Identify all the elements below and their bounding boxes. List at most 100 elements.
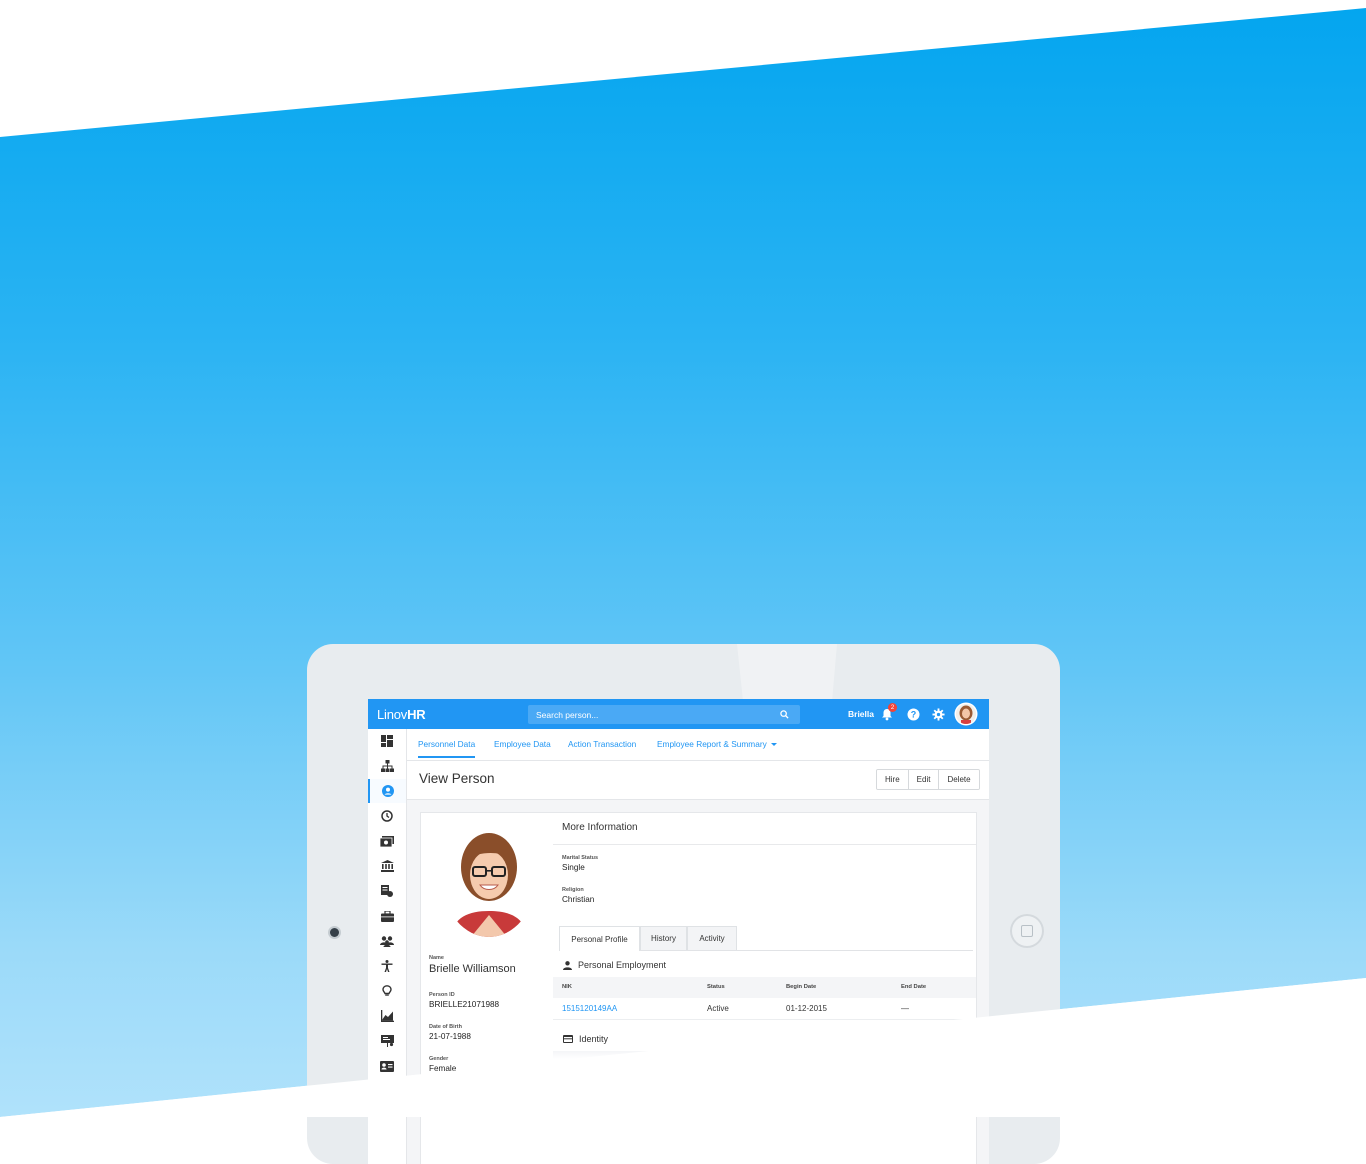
search-placeholder: Search person... (536, 709, 599, 720)
notifications-button[interactable]: 2 (879, 703, 897, 722)
tab-employee-data[interactable]: Employee Data (494, 739, 551, 749)
report-icon (381, 885, 393, 897)
employment-table: NIK Status Begin Date End Date 151512014… (553, 977, 976, 1020)
user-name[interactable]: Briella (848, 709, 874, 719)
religion-label: Religion (562, 887, 584, 893)
sidebar-item-reports[interactable] (368, 879, 406, 903)
card-icon (563, 1035, 573, 1043)
group-icon (380, 935, 394, 947)
chevron-down-icon (770, 743, 777, 747)
sidebar-item-time[interactable] (368, 804, 406, 828)
lightbulb-icon (382, 985, 392, 996)
svg-text:?: ? (910, 709, 916, 719)
hire-button[interactable]: Hire (877, 770, 909, 789)
sidebar-item-teams[interactable] (368, 929, 406, 953)
bank-icon (380, 860, 394, 872)
logo-text-light: Linov (377, 706, 408, 722)
dob-field: Date of Birth 21-07-1988 (429, 1024, 471, 1041)
analytics-icon (380, 1010, 394, 1022)
org-chart-icon (380, 760, 394, 772)
status-cell: Active (707, 1004, 729, 1013)
sidebar-item-jobs[interactable] (368, 904, 406, 928)
sidebar-item-identity[interactable] (368, 1054, 406, 1078)
profile-tabs: Personal Profile History Activity (559, 926, 973, 951)
column-nik: NIK (562, 984, 572, 990)
accessibility-icon (381, 960, 393, 972)
name-field: Name Brielle Williamson (429, 955, 516, 975)
edit-button[interactable]: Edit (908, 770, 940, 789)
sidebar-item-bank[interactable] (368, 854, 406, 878)
payroll-icon (380, 835, 394, 847)
table-header: NIK Status Begin Date End Date (553, 977, 976, 998)
person-icon (563, 960, 572, 970)
sidebar-item-ideas[interactable] (368, 979, 406, 1003)
notification-badge: 2 (888, 703, 897, 712)
identity-title: Identity (579, 1034, 609, 1044)
sidebar-item-personnel[interactable] (368, 779, 406, 803)
avatar[interactable] (956, 704, 976, 724)
divider (553, 844, 976, 845)
logo-text-bold: HR (407, 706, 426, 722)
personal-employment-heading: Personal Employment (563, 960, 666, 970)
sub-navigation: Personnel Data Employee Data Action Tran… (407, 729, 989, 761)
camera-icon (330, 928, 339, 937)
person-id-value: BRIELLE21071988 (429, 1000, 500, 1009)
home-button[interactable] (1010, 914, 1044, 948)
sidebar-item-analytics[interactable] (368, 1004, 406, 1028)
column-begin-date: Begin Date (786, 984, 817, 990)
id-card-icon (380, 1060, 394, 1072)
help-button[interactable]: ? (905, 706, 921, 722)
page-header: View Person Hire Edit Delete (407, 761, 989, 800)
search-input[interactable]: Search person... (528, 705, 800, 724)
tab-personnel-data[interactable]: Personnel Data (418, 739, 476, 758)
sidebar-item-wellness[interactable] (368, 954, 406, 978)
tab-action-transaction[interactable]: Action Transaction (568, 739, 636, 749)
personal-employment-title: Personal Employment (578, 960, 667, 970)
name-label: Name (429, 955, 444, 961)
column-end-date: End Date (901, 984, 927, 990)
briefcase-icon (380, 910, 394, 922)
tab-personal-profile[interactable]: Personal Profile (559, 926, 640, 951)
column-status: Status (707, 984, 725, 990)
person-id-field: Person ID BRIELLE21071988 (429, 992, 499, 1009)
search-icon[interactable] (780, 710, 794, 719)
tab-employee-report-label: Employee Report & Summary (657, 739, 767, 749)
nik-link[interactable]: 1515120149AA (562, 1004, 617, 1013)
dob-value: 21-07-1988 (429, 1032, 471, 1041)
profile-photo (443, 825, 535, 937)
tab-history[interactable]: History (640, 926, 687, 950)
delete-button[interactable]: Delete (939, 770, 979, 789)
sidebar-item-training[interactable] (368, 1029, 406, 1053)
end-date-cell: — (901, 1004, 909, 1013)
presentation-icon (380, 1035, 394, 1047)
action-button-group: Hire Edit Delete (876, 769, 980, 790)
marital-status-label: Marital Status (562, 855, 599, 861)
tab-activity[interactable]: Activity (687, 926, 737, 950)
person-id-label: Person ID (429, 992, 455, 998)
religion-value: Christian (562, 895, 595, 904)
gender-field: Gender Female (429, 1056, 456, 1073)
app-logo[interactable]: LinovHR (377, 707, 527, 722)
top-bar: LinovHR Search person... Briella 2 ? (368, 699, 989, 729)
person-icon (382, 785, 394, 797)
table-row: 1515120149AA Active 01-12-2015 — (553, 998, 976, 1020)
person-name: Brielle Williamson (429, 963, 516, 975)
home-square-icon (1021, 925, 1033, 937)
dob-label: Date of Birth (429, 1024, 462, 1030)
dashboard-icon (381, 735, 393, 747)
help-icon: ? (907, 708, 919, 720)
clock-icon (381, 810, 393, 822)
religion-field: Religion Christian (562, 887, 594, 904)
sidebar-item-organization[interactable] (368, 754, 406, 778)
settings-button[interactable] (930, 706, 946, 722)
sidebar-item-payroll[interactable] (368, 829, 406, 853)
begin-date-cell: 01-12-2015 (786, 1004, 827, 1013)
marital-status-value: Single (562, 863, 585, 872)
gender-label: Gender (429, 1056, 449, 1062)
gear-icon (931, 707, 945, 721)
identity-heading: Identity (563, 1034, 608, 1044)
more-information-title: More Information (562, 822, 638, 833)
page-title: View Person (419, 771, 495, 786)
tab-employee-report-summary[interactable]: Employee Report & Summary (657, 739, 777, 749)
sidebar-item-dashboard[interactable] (368, 729, 406, 753)
